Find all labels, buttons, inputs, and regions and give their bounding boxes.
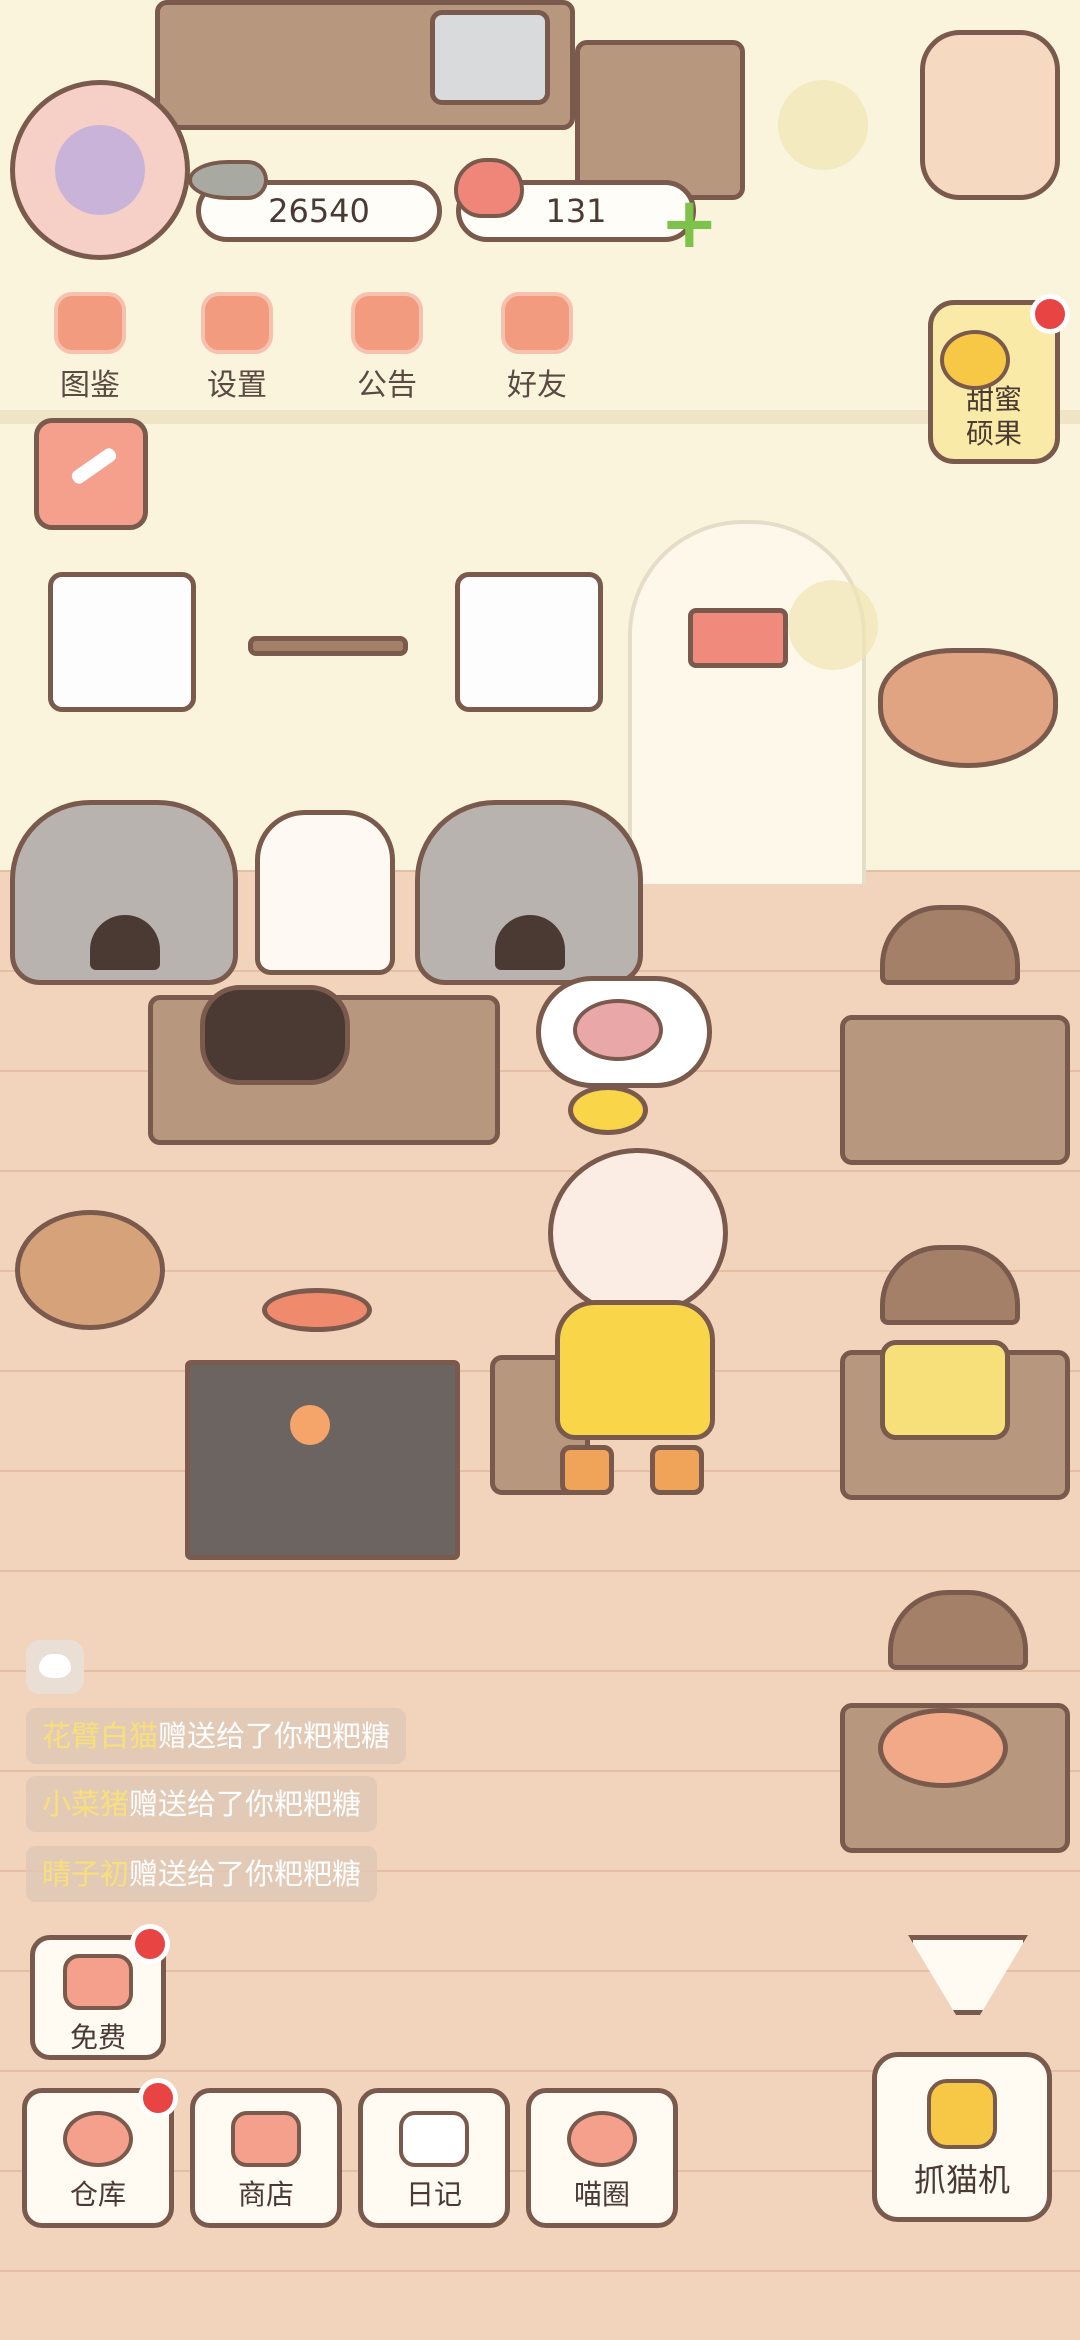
avatar-portrait	[55, 125, 145, 215]
clay-stove[interactable]	[10, 800, 238, 985]
claw-machine-button[interactable]: 抓猫机	[872, 2052, 1052, 2222]
shop-button[interactable]: 商店	[190, 2088, 342, 2228]
mouse-icon	[573, 999, 663, 1061]
dining-table[interactable]	[840, 1015, 1070, 1165]
notification-dot	[138, 2078, 178, 2118]
heart-count: 131	[545, 192, 607, 230]
pot-icon	[63, 2111, 133, 2167]
calendar-edit-button[interactable]	[34, 418, 148, 530]
diary-button[interactable]: 日记	[358, 2088, 510, 2228]
friends-icon	[501, 292, 573, 354]
chevron-down-icon	[39, 1654, 71, 1678]
claw-icon	[927, 2079, 997, 2149]
carp-streamer[interactable]	[688, 608, 788, 668]
fish-count: 26540	[268, 192, 370, 230]
sweet-fruit-label-2: 硕果	[965, 417, 1022, 450]
pencil-icon	[69, 445, 119, 487]
heart-icon	[454, 158, 524, 218]
player-avatar[interactable]	[10, 80, 190, 260]
chat-message: 花臂白猫赠送给了你粑粑糖	[26, 1708, 407, 1764]
diary-icon	[399, 2111, 469, 2167]
cat-circle-button[interactable]: 喵圈	[526, 2088, 678, 2228]
chat-message: 小菜猪赠送给了你粑粑糖	[26, 1776, 378, 1832]
add-heart-icon[interactable]: +	[660, 188, 719, 258]
wall-rail	[0, 410, 1080, 424]
bee-icon	[940, 330, 1010, 390]
bread-basket[interactable]	[15, 1210, 165, 1330]
clay-stove[interactable]	[415, 800, 643, 985]
heart-icon	[63, 1954, 133, 2010]
arched-doorway	[628, 520, 866, 884]
range-hood[interactable]	[48, 572, 196, 712]
menu-announcement[interactable]: 公告	[332, 292, 442, 403]
coffee-machine[interactable]	[430, 10, 550, 105]
cat-planet-icon	[567, 2111, 637, 2167]
fire-pit[interactable]	[185, 1360, 460, 1560]
utensil-rack[interactable]	[248, 636, 408, 656]
chat-toggle-button[interactable]	[26, 1640, 84, 1694]
side-cabinet[interactable]	[575, 40, 745, 200]
character-boot	[650, 1445, 704, 1495]
thought-bubble[interactable]	[536, 976, 712, 1088]
gift-icon	[351, 292, 423, 354]
menu-catalog[interactable]: 图鉴	[35, 292, 145, 403]
toaster[interactable]	[880, 1340, 1010, 1440]
menu-friends[interactable]: 好友	[482, 292, 592, 403]
character-boot	[560, 1445, 614, 1495]
pie-dish[interactable]	[878, 1708, 1008, 1788]
notification-dot	[1030, 294, 1070, 334]
duck-hat	[568, 1085, 648, 1135]
clay-pot[interactable]	[200, 985, 350, 1085]
shop-icon	[231, 2111, 301, 2167]
round-stool[interactable]	[920, 30, 1060, 200]
notification-dot	[130, 1924, 170, 1964]
cat-book-icon	[54, 292, 126, 354]
gear-icon	[201, 292, 273, 354]
campfire-flame	[290, 1405, 330, 1445]
character-head[interactable]	[548, 1148, 728, 1318]
stove-fire	[495, 915, 565, 970]
hanging-flower-basket[interactable]	[878, 648, 1058, 768]
fish-icon	[188, 160, 268, 200]
sun-decoration	[788, 580, 878, 670]
stove-fire	[90, 915, 160, 970]
sun-decoration	[778, 80, 868, 170]
roasting-fish[interactable]	[262, 1288, 372, 1332]
chat-message: 晴子初赠送给了你粑粑糖	[26, 1846, 378, 1902]
character-raincoat[interactable]	[555, 1300, 715, 1440]
rice-cooker[interactable]	[255, 810, 395, 975]
menu-settings[interactable]: 设置	[182, 292, 292, 403]
range-hood[interactable]	[455, 572, 603, 712]
